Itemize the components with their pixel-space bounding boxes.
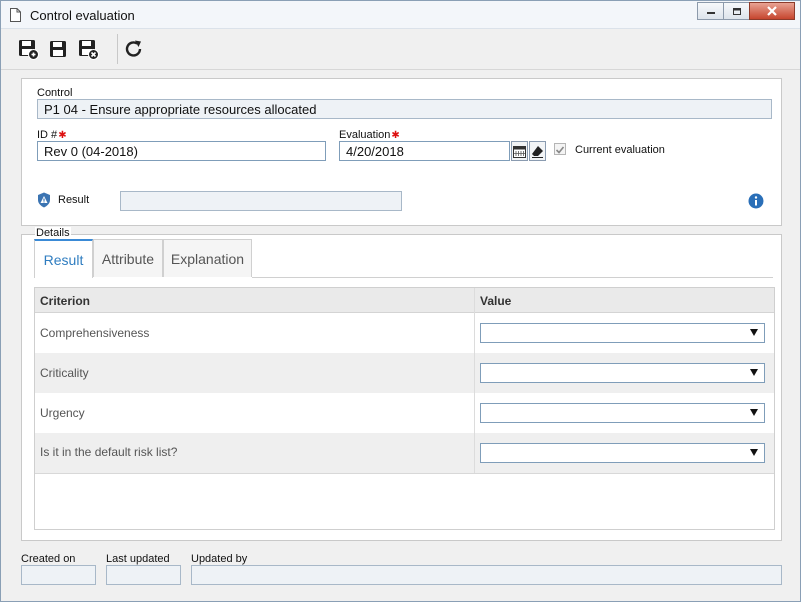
save-button[interactable] xyxy=(45,36,71,62)
result-label: Result xyxy=(58,194,90,206)
refresh-icon xyxy=(125,40,142,57)
created-on-label: Created on xyxy=(21,553,76,565)
current-evaluation-checkbox[interactable] xyxy=(554,143,566,155)
dropdown-arrow-icon xyxy=(750,329,758,336)
shield-warning-icon xyxy=(38,192,50,208)
grid-bottom-border xyxy=(35,473,774,474)
info-icon[interactable] xyxy=(748,193,764,209)
clear-date-button[interactable] xyxy=(529,141,546,161)
value-select[interactable] xyxy=(480,403,765,423)
evaluation-label-text: Evaluation xyxy=(339,129,391,141)
save-new-button[interactable] xyxy=(15,36,41,62)
save-icon xyxy=(50,41,66,57)
maximize-icon xyxy=(732,7,741,15)
eraser-icon xyxy=(532,145,543,158)
refresh-button[interactable] xyxy=(121,36,147,62)
title-bar: Control evaluation xyxy=(1,1,800,29)
last-updated-field xyxy=(106,565,181,585)
evaluation-label: Evaluation✱ xyxy=(339,129,400,141)
current-evaluation-label: Current evaluation xyxy=(575,144,665,156)
document-icon xyxy=(10,8,21,22)
last-updated-label: Last updated xyxy=(106,553,170,565)
evaluation-date-input[interactable]: 4/20/2018 xyxy=(339,141,510,161)
required-icon: ✱ xyxy=(391,130,400,141)
dropdown-arrow-icon xyxy=(750,409,758,416)
calendar-icon xyxy=(513,145,526,158)
dropdown-arrow-icon xyxy=(750,369,758,376)
value-select[interactable] xyxy=(480,363,765,383)
criterion-cell: Criticality xyxy=(40,366,89,380)
result-field xyxy=(120,191,402,211)
close-button[interactable] xyxy=(749,2,795,20)
id-label: ID #✱ xyxy=(37,129,67,141)
criterion-column-header[interactable]: Criterion xyxy=(40,294,90,308)
control-label: Control xyxy=(37,87,73,99)
criteria-grid: Criterion Value Comprehensiveness Critic… xyxy=(34,287,775,530)
criterion-cell: Is it in the default risk list? xyxy=(40,445,178,459)
maximize-button[interactable] xyxy=(723,2,750,20)
value-select[interactable] xyxy=(480,323,765,343)
required-icon: ✱ xyxy=(58,130,67,141)
window-title: Control evaluation xyxy=(30,8,135,23)
tab-divider xyxy=(252,277,773,278)
value-column-header[interactable]: Value xyxy=(480,294,511,308)
control-evaluation-window: Control evaluation Control P1 04 - Ensur… xyxy=(0,0,801,602)
minimize-button[interactable] xyxy=(697,2,724,20)
minimize-icon xyxy=(706,12,715,14)
table-row: Criticality xyxy=(35,353,774,393)
updated-by-field xyxy=(191,565,782,585)
table-row: Comprehensiveness xyxy=(35,313,774,353)
criterion-cell: Urgency xyxy=(40,406,85,420)
details-legend: Details xyxy=(35,227,71,239)
toolbar xyxy=(1,30,800,70)
criterion-cell: Comprehensiveness xyxy=(40,326,150,340)
control-field: P1 04 - Ensure appropriate resources all… xyxy=(37,99,772,119)
dropdown-arrow-icon xyxy=(750,449,758,456)
table-row: Urgency xyxy=(35,393,774,433)
updated-by-label: Updated by xyxy=(191,553,248,565)
id-input[interactable]: Rev 0 (04-2018) xyxy=(37,141,326,161)
tab-explanation[interactable]: Explanation xyxy=(163,239,252,277)
toolbar-separator xyxy=(117,34,118,64)
created-on-field xyxy=(21,565,96,585)
column-divider xyxy=(474,288,475,473)
save-close-button[interactable] xyxy=(75,36,101,62)
tab-attribute[interactable]: Attribute xyxy=(93,239,163,277)
calendar-button[interactable] xyxy=(511,141,528,161)
save-close-icon xyxy=(79,40,99,60)
id-label-text: ID # xyxy=(37,129,58,141)
save-new-icon xyxy=(19,40,39,60)
value-select[interactable] xyxy=(480,443,765,463)
grid-header: Criterion Value xyxy=(35,288,774,313)
tab-result[interactable]: Result xyxy=(34,239,93,278)
checkmark-icon xyxy=(555,146,565,154)
table-row: Is it in the default risk list? xyxy=(35,433,774,473)
close-icon xyxy=(767,6,777,16)
